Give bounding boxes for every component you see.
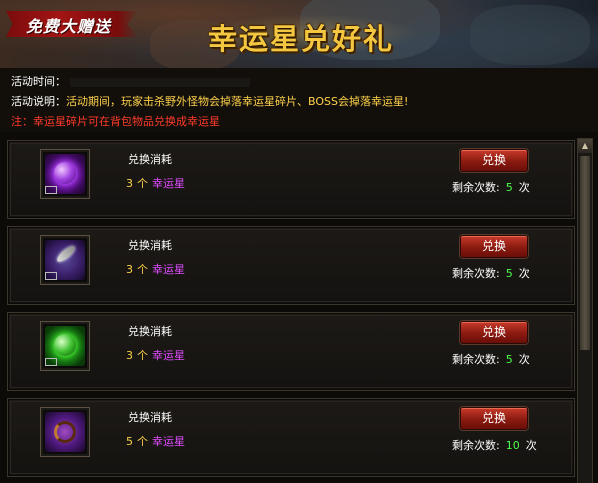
reward-row: 兑换消耗 3 个幸运星 兑换 剩余次数: 5 次 bbox=[7, 140, 575, 219]
event-desc-text: 活动期间，玩家击杀野外怪物会掉落幸运星碎片、BOSS会掉落幸运星! bbox=[66, 95, 409, 108]
cost-label: 兑换消耗 bbox=[128, 153, 172, 166]
bind-tag-icon bbox=[45, 272, 57, 280]
cost-item: 幸运星 bbox=[152, 263, 185, 276]
event-info: 活动时间： 活动说明：活动期间，玩家击杀野外怪物会掉落幸运星碎片、BOSS会掉落… bbox=[0, 68, 598, 132]
banner-bg-rock bbox=[470, 5, 590, 65]
item-slot[interactable] bbox=[40, 235, 90, 285]
cost-item: 幸运星 bbox=[152, 177, 185, 190]
cost-unit: 个 bbox=[137, 177, 148, 190]
cost-label: 兑换消耗 bbox=[128, 239, 172, 252]
remain-label: 剩余次数: bbox=[452, 439, 500, 452]
exchange-button[interactable]: 兑换 bbox=[460, 407, 528, 430]
item-slot[interactable] bbox=[40, 149, 90, 199]
event-time-value-masked bbox=[70, 77, 250, 87]
cost-qty: 3 bbox=[126, 263, 133, 276]
event-note: 注：幸运星碎片可在背包物品兑换成幸运星 bbox=[11, 115, 220, 128]
reward-row: 兑换消耗 5 个幸运星 兑换 剩余次数: 10 次 bbox=[7, 398, 575, 477]
reward-row: 兑换消耗 3 个幸运星 兑换 剩余次数: 5 次 bbox=[7, 312, 575, 391]
cost-qty: 3 bbox=[126, 177, 133, 190]
cost-unit: 个 bbox=[137, 263, 148, 276]
cost-label: 兑换消耗 bbox=[128, 411, 172, 424]
scrollbar-thumb[interactable] bbox=[579, 155, 591, 351]
cost-line: 3 个幸运星 bbox=[126, 261, 185, 277]
bind-tag-icon bbox=[45, 358, 57, 366]
cost-line: 5 个幸运星 bbox=[126, 433, 185, 449]
item-slot[interactable] bbox=[40, 407, 90, 457]
cost-line: 3 个幸运星 bbox=[126, 175, 185, 191]
remain-label: 剩余次数: bbox=[452, 181, 500, 194]
remain-unit: 次 bbox=[518, 267, 530, 280]
event-desc-label: 活动说明： bbox=[11, 95, 66, 108]
bind-tag-icon bbox=[45, 186, 57, 194]
ring-icon bbox=[45, 412, 85, 452]
scrollbar[interactable]: ▲ bbox=[577, 138, 593, 483]
remain-unit: 次 bbox=[518, 181, 530, 194]
remain-label: 剩余次数: bbox=[452, 353, 500, 366]
remain-unit: 次 bbox=[518, 353, 530, 366]
event-time: 活动时间： bbox=[11, 73, 250, 89]
page-title: 幸运星兑好礼 bbox=[208, 22, 395, 56]
cost-unit: 个 bbox=[137, 435, 148, 448]
cost-item: 幸运星 bbox=[152, 435, 185, 448]
reward-row: 兑换消耗 3 个幸运星 兑换 剩余次数: 5 次 bbox=[7, 226, 575, 305]
cost-unit: 个 bbox=[137, 349, 148, 362]
exchange-button[interactable]: 兑换 bbox=[460, 149, 528, 172]
exchange-panel: 免费大赠送 幸运星兑好礼 活动时间： 活动说明：活动期间，玩家击杀野外怪物会掉落… bbox=[0, 0, 598, 483]
remaining-count: 剩余次数: 5 次 bbox=[452, 265, 530, 281]
remain-count: 5 bbox=[505, 353, 513, 366]
ribbon-text: 免费大赠送 bbox=[26, 17, 112, 36]
exchange-button[interactable]: 兑换 bbox=[460, 235, 528, 258]
cost-label: 兑换消耗 bbox=[128, 325, 172, 338]
cost-line: 3 个幸运星 bbox=[126, 347, 185, 363]
scroll-up-arrow-icon[interactable]: ▲ bbox=[578, 139, 592, 153]
cost-qty: 3 bbox=[126, 349, 133, 362]
remain-count: 10 bbox=[505, 439, 520, 452]
remain-unit: 次 bbox=[525, 439, 537, 452]
event-description: 活动说明：活动期间，玩家击杀野外怪物会掉落幸运星碎片、BOSS会掉落幸运星! bbox=[11, 93, 408, 109]
remaining-count: 剩余次数: 10 次 bbox=[452, 437, 537, 453]
event-time-label: 活动时间： bbox=[11, 75, 66, 88]
remain-count: 5 bbox=[505, 267, 513, 280]
exchange-button[interactable]: 兑换 bbox=[460, 321, 528, 344]
item-slot[interactable] bbox=[40, 321, 90, 371]
remain-label: 剩余次数: bbox=[452, 267, 500, 280]
remaining-count: 剩余次数: 5 次 bbox=[452, 351, 530, 367]
cost-item: 幸运星 bbox=[152, 349, 185, 362]
remaining-count: 剩余次数: 5 次 bbox=[452, 179, 530, 195]
event-banner: 免费大赠送 幸运星兑好礼 bbox=[0, 0, 598, 70]
remain-count: 5 bbox=[505, 181, 513, 194]
cost-qty: 5 bbox=[126, 435, 133, 448]
